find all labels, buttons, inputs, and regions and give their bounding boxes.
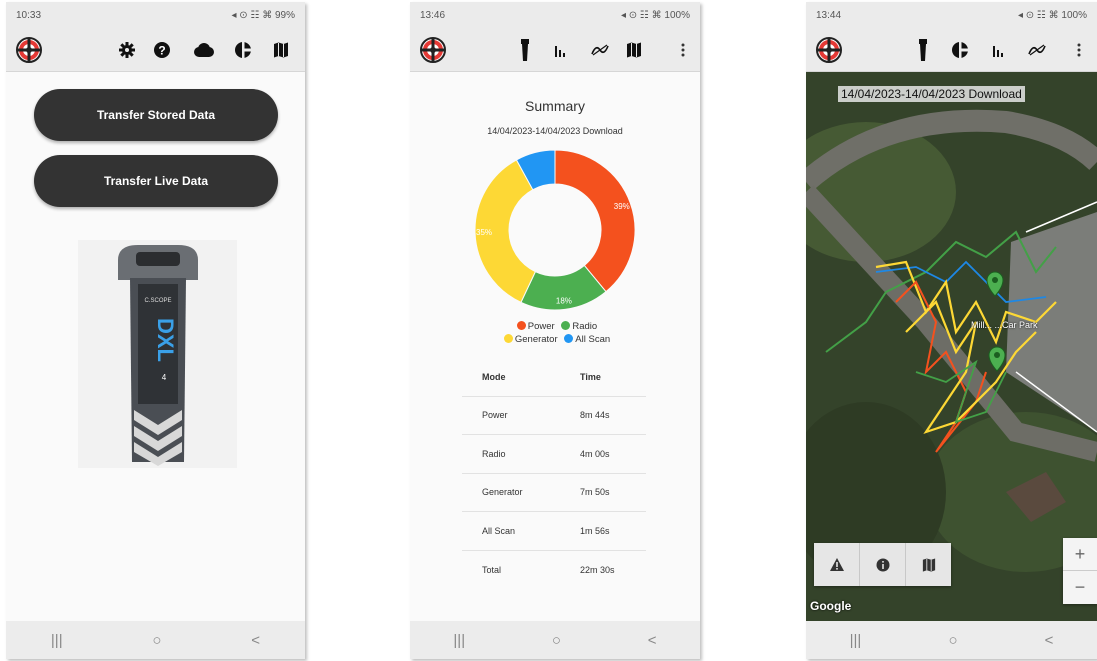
phone-screen-map: 13:44 ◂ ⊙ ☷ ⌘ 100% 14/04/2023-14/04/2023…	[806, 2, 1097, 659]
map-toolbar	[814, 543, 951, 586]
summary-subtitle: 14/04/2023-14/04/2023 Download	[487, 126, 623, 136]
table-cell-mode: Radio	[482, 448, 506, 459]
status-icons: ◂ ⊙ ☷ ⌘ 99%	[231, 10, 296, 21]
donut-label-radio: 18%	[556, 296, 572, 305]
settings-icon[interactable]	[116, 39, 138, 61]
phone-screen-transfer: 10:33 ◂ ⊙ ☷ ⌘ 99% ? Transfer Stored Data…	[6, 2, 305, 659]
cloud-icon[interactable]	[192, 39, 214, 61]
chart-legend: Power Radio Generator All Scan	[410, 320, 700, 346]
home-button[interactable]: ○	[152, 632, 161, 649]
info-icon[interactable]	[860, 543, 906, 586]
back-button[interactable]: <	[648, 632, 657, 649]
legend-swatch-power	[516, 321, 526, 330]
device-suffix: 4	[162, 373, 167, 382]
status-bar: 13:46 ◂ ⊙ ☷ ⌘ 100%	[410, 2, 700, 28]
table-row: All Scan 1m 56s	[462, 512, 646, 551]
map-title: 14/04/2023-14/04/2023 Download	[838, 86, 1025, 102]
table-header-time: Time	[580, 371, 601, 382]
table-row: Radio 4m 00s	[462, 435, 646, 474]
table-cell-time: 22m 30s	[580, 564, 615, 575]
recents-button[interactable]: |||	[51, 632, 63, 649]
map-icon[interactable]	[270, 39, 292, 61]
status-time: 13:46	[420, 10, 446, 21]
table-row: Power 8m 44s	[462, 397, 646, 435]
status-bar: 10:33 ◂ ⊙ ☷ ⌘ 99%	[6, 2, 305, 28]
app-logo-icon[interactable]	[16, 37, 42, 63]
status-time: 13:44	[816, 10, 842, 21]
status-icons: ◂ ⊙ ☷ ⌘ 100%	[1017, 10, 1087, 21]
overflow-menu-icon[interactable]	[672, 39, 694, 61]
table-cell-time: 8m 44s	[580, 410, 610, 421]
google-attribution: Google	[810, 599, 852, 613]
signal-trace-icon[interactable]	[1026, 39, 1048, 61]
zoom-in-button[interactable]: +	[1063, 538, 1097, 571]
zoom-controls: + −	[1063, 538, 1097, 604]
zoom-out-button[interactable]: −	[1063, 571, 1097, 604]
device-model: DXL	[153, 318, 178, 362]
status-bar: 13:44 ◂ ⊙ ☷ ⌘ 100%	[806, 2, 1097, 28]
summary-title: Summary	[525, 98, 585, 114]
locator-icon[interactable]	[949, 39, 971, 61]
locator-device-icon[interactable]	[514, 39, 536, 61]
status-icons: ◂ ⊙ ☷ ⌘ 100%	[620, 10, 690, 21]
legend-swatch-radio	[561, 321, 571, 330]
donut-label-power: 39%	[614, 202, 630, 211]
device-brand: C.SCOPE	[144, 298, 171, 304]
transfer-stored-data-button[interactable]: Transfer Stored Data	[34, 89, 278, 141]
back-button[interactable]: <	[1045, 632, 1054, 649]
table-cell-mode: Total	[482, 564, 502, 575]
mode-donut-chart: 39% 18% 35%	[474, 149, 636, 311]
recents-button[interactable]: |||	[453, 632, 465, 649]
map-layers-icon[interactable]	[906, 543, 951, 586]
legend-power: Power	[527, 321, 555, 332]
table-cell-mode: Power	[482, 410, 508, 421]
app-bar: ?	[6, 28, 305, 72]
mode-time-table: Mode Time Power 8m 44s Radio 4m 00s Gene…	[462, 358, 646, 589]
locator-icon[interactable]	[232, 39, 254, 61]
app-logo-icon[interactable]	[420, 37, 446, 63]
app-bar	[410, 28, 700, 72]
legend-swatch-allscan	[564, 334, 574, 343]
svg-text:?: ?	[158, 44, 165, 58]
phone-screen-summary: 13:46 ◂ ⊙ ☷ ⌘ 100% Summary 14/04/2023-14…	[410, 2, 700, 659]
bar-chart-icon[interactable]	[988, 39, 1010, 61]
overflow-menu-icon[interactable]	[1068, 39, 1090, 61]
bar-chart-icon[interactable]	[550, 39, 572, 61]
help-icon[interactable]: ?	[151, 39, 173, 61]
table-header-mode: Mode	[482, 371, 506, 382]
system-nav-bar: ||| ○ <	[6, 621, 305, 659]
transfer-live-data-button[interactable]: Transfer Live Data	[34, 155, 278, 207]
map-place-label: Mill... ...Car Park	[971, 320, 1038, 330]
table-cell-mode: All Scan	[482, 525, 516, 536]
donut-label-generator: 35%	[476, 228, 492, 237]
home-button[interactable]: ○	[552, 632, 561, 649]
recents-button[interactable]: |||	[850, 632, 862, 649]
warning-icon[interactable]	[814, 543, 860, 586]
table-total-row: Total 22m 30s	[462, 551, 646, 590]
donut-slice-power	[554, 149, 636, 293]
legend-swatch-generator	[503, 334, 513, 343]
table-cell-time: 7m 50s	[580, 487, 610, 498]
device-image: C.SCOPE DXL 4	[78, 240, 237, 468]
legend-allscan: All Scan	[575, 334, 611, 345]
legend-generator: Generator	[514, 334, 558, 345]
satellite-map[interactable]: 14/04/2023-14/04/2023 Download Mill... .…	[806, 72, 1097, 621]
signal-trace-icon[interactable]	[589, 39, 611, 61]
system-nav-bar: ||| ○ <	[410, 621, 700, 659]
table-row: Generator 7m 50s	[462, 474, 646, 512]
status-time: 10:33	[16, 10, 42, 21]
map-icon[interactable]	[623, 39, 645, 61]
back-button[interactable]: <	[251, 632, 260, 649]
system-nav-bar: ||| ○ <	[806, 621, 1097, 659]
home-button[interactable]: ○	[948, 632, 957, 649]
app-logo-icon[interactable]	[816, 37, 842, 63]
table-cell-time: 1m 56s	[580, 525, 610, 536]
table-header-row: Mode Time	[462, 358, 646, 397]
legend-radio: Radio	[572, 321, 598, 332]
table-cell-time: 4m 00s	[580, 448, 610, 459]
map-imagery	[806, 72, 1097, 621]
app-bar	[806, 28, 1097, 72]
locator-device-icon[interactable]	[912, 39, 934, 61]
table-cell-mode: Generator	[482, 487, 523, 498]
